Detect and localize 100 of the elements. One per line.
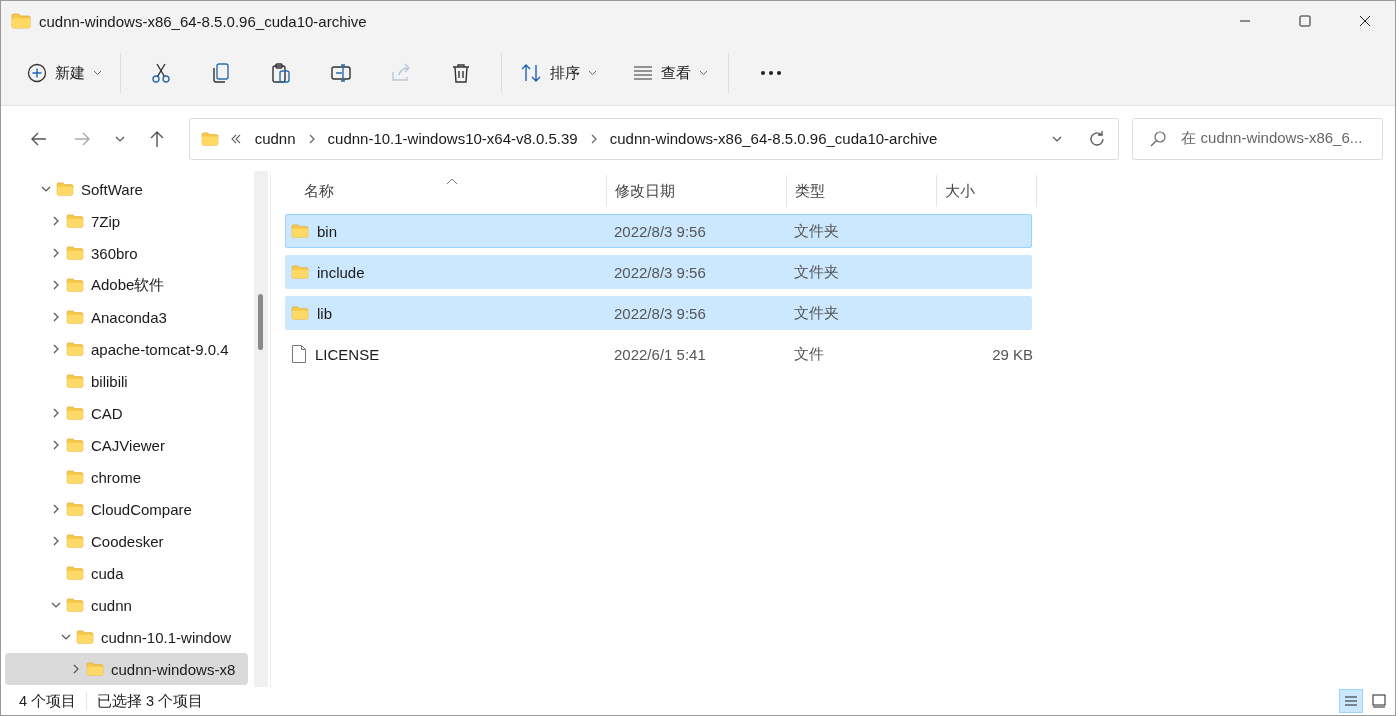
tree-item[interactable]: cudnn-windows-x8 [5, 653, 248, 685]
folder-name: 360bro [91, 244, 138, 262]
search-field[interactable]: 在 cudnn-windows-x86_6... [1132, 117, 1383, 160]
tiles-view-icon [1371, 693, 1387, 709]
tree-item[interactable]: CloudCompare [5, 493, 248, 525]
folder-name: Adobe软件 [91, 275, 165, 295]
tree-item[interactable]: Coodesker [5, 525, 248, 557]
caret-icon [588, 70, 597, 76]
modified-date: 2022/8/3 9:56 [613, 304, 707, 322]
folder-name: CAD [91, 404, 123, 422]
folder-name: CAJViewer [91, 436, 165, 454]
tree-item[interactable]: CAD [5, 397, 248, 429]
maximize-icon [1299, 15, 1311, 27]
folder-name: Anaconda3 [91, 308, 167, 326]
search-icon [1149, 129, 1168, 148]
plus-circle-icon [27, 63, 47, 83]
folder-icon [66, 342, 84, 356]
file-row[interactable]: LICENSE 2022/6/1 5:41 文件 29 KB [285, 337, 1032, 371]
tree-item[interactable]: Adobe软件 [5, 269, 248, 301]
window-title: cudnn-windows-x86_64-8.5.0.96_cuda10-archive [39, 12, 367, 30]
folder-icon [56, 182, 74, 196]
folder-name: bilibili [91, 372, 128, 390]
sort-arrows-icon [520, 63, 542, 83]
item-count: 4 个项目 [19, 691, 77, 711]
folder-name: SoftWare [81, 180, 143, 198]
close-icon [1359, 15, 1371, 27]
breadcrumb[interactable]: cudnn-10.1-windows10-x64-v8.0.5.39 [323, 130, 582, 147]
breadcrumb[interactable]: cudnn-windows-x86_64-8.5.0.96_cuda10-archive [605, 130, 942, 147]
caret-icon [699, 70, 708, 76]
column-header[interactable]: 大小 [937, 175, 1037, 207]
column-header[interactable]: 修改日期 [607, 175, 787, 207]
folder-icon [66, 438, 84, 452]
caret-icon [93, 70, 102, 76]
folder-name: chrome [91, 468, 142, 486]
file-type: 文件夹 [793, 221, 840, 241]
column-header[interactable]: 类型 [787, 175, 937, 207]
tree-item[interactable]: cudnn-10.1-window [5, 621, 248, 653]
trash-icon[interactable] [450, 62, 472, 84]
folder-icon [66, 470, 84, 484]
sort-ascending-icon [446, 177, 458, 185]
modified-date: 2022/8/3 9:56 [613, 222, 707, 240]
new-button[interactable]: 新建 [19, 55, 110, 91]
details-view-icon [1343, 693, 1359, 709]
folder-icon [11, 13, 31, 29]
folder-icon [200, 131, 219, 146]
tree-item[interactable]: 360bro [5, 237, 248, 269]
file-row[interactable]: lib 2022/8/3 9:56 文件夹 [285, 296, 1032, 330]
folder-name: cuda [91, 564, 124, 582]
folder-icon [291, 224, 309, 238]
folder-name: Coodesker [91, 532, 164, 550]
up-icon[interactable] [148, 129, 166, 148]
rename-icon[interactable] [330, 62, 352, 84]
sort-button[interactable]: 排序 [512, 55, 605, 91]
folder-icon [66, 534, 84, 548]
selection-count: 已选择 3 个项目 [97, 691, 204, 711]
folder-icon [76, 630, 94, 644]
folder-icon [66, 502, 84, 516]
file-row[interactable]: bin 2022/8/3 9:56 文件夹 [285, 214, 1032, 248]
modified-date: 2022/8/3 9:56 [613, 263, 707, 281]
tree-item[interactable]: cuda [5, 557, 248, 589]
folder-icon [66, 374, 84, 388]
breadcrumb[interactable]: cudnn [250, 130, 300, 147]
folder-name: cudnn-10.1-window [101, 628, 232, 646]
details-view-button[interactable] [1339, 689, 1363, 713]
file-name: LICENSE [315, 345, 380, 363]
tree-item[interactable]: bilibili [5, 365, 248, 397]
tree-item[interactable]: chrome [5, 461, 248, 493]
tree-item[interactable]: Anaconda3 [5, 301, 248, 333]
folder-name: 7Zip [91, 212, 121, 230]
copy-icon[interactable] [210, 62, 232, 84]
folder-name: apache-tomcat-9.0.4 [91, 340, 229, 358]
tree-item[interactable]: 7Zip [5, 205, 248, 237]
refresh-icon[interactable] [1088, 129, 1107, 148]
column-header[interactable]: 名称 [285, 175, 607, 207]
tree-item[interactable]: CAJViewer [5, 429, 248, 461]
tree-item[interactable]: SoftWare [5, 173, 248, 205]
folder-icon [66, 246, 84, 260]
scissors-icon[interactable] [150, 62, 172, 84]
scrollbar-thumb[interactable] [258, 294, 263, 350]
folder-icon [66, 278, 84, 292]
folder-name: cudnn [91, 596, 132, 614]
overflow-chevron-icon[interactable] [230, 133, 241, 144]
modified-date: 2022/6/1 5:41 [613, 345, 707, 363]
folder-name: cudnn-windows-x8 [111, 660, 236, 678]
file-row[interactable]: include 2022/8/3 9:56 文件夹 [285, 255, 1032, 289]
folder-icon [66, 566, 84, 580]
lines-icon [633, 66, 653, 80]
breadcrumb-separator-icon [589, 133, 598, 144]
clipboard-icon[interactable] [270, 62, 292, 84]
more-icon[interactable] [760, 70, 782, 76]
view-button[interactable]: 查看 [625, 55, 716, 91]
file-type: 文件夹 [793, 262, 840, 282]
file-name: lib [317, 304, 332, 322]
folder-icon [291, 265, 309, 279]
tree-item[interactable]: apache-tomcat-9.0.4 [5, 333, 248, 365]
folder-icon [66, 310, 84, 324]
tree-item[interactable]: cudnn [5, 589, 248, 621]
file-size: 29 KB [992, 345, 1033, 363]
breadcrumb-separator-icon [307, 133, 316, 144]
folder-name: CloudCompare [91, 500, 192, 518]
